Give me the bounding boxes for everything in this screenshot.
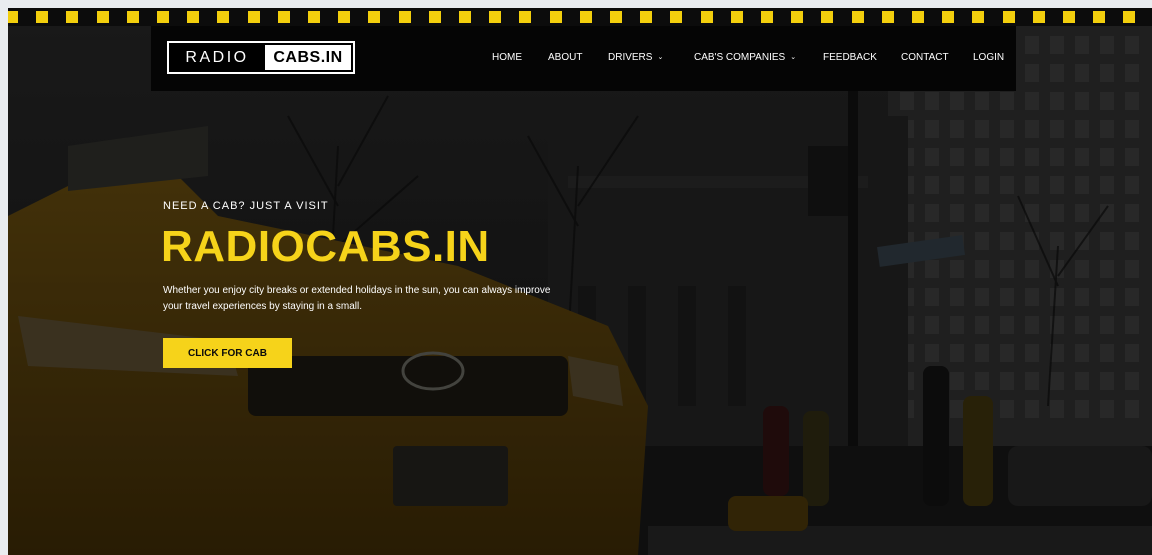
checker-square [670,11,683,23]
checker-square [308,11,320,23]
checker-square [1032,11,1045,23]
checker-square [1123,11,1136,23]
checker-square [217,11,230,23]
click-for-cab-button[interactable]: CLICK FOR CAB [163,338,292,368]
checker-square [791,11,804,23]
checker-square [610,11,622,23]
checker-square [972,11,985,23]
nav-contact-label: CONTACT [901,52,949,63]
checker-square [942,11,955,23]
checker-square [549,11,562,23]
checker-square [700,11,713,23]
checker-square [368,11,381,23]
checker-square [489,11,502,23]
checker-square [187,11,200,23]
nav-login[interactable]: LOGIN [973,52,1004,64]
checker-square [761,11,773,23]
nav-cabs-companies-label: CAB'S COMPANIES [694,52,786,63]
chevron-down-icon: ⌄ [790,54,797,61]
page-viewport: RADIO CABS.IN HOME ABOUT DRIVERS ⌄ CAB'S … [8,8,1152,555]
checker-square [96,11,109,23]
checker-square [912,11,924,23]
checker-square [851,11,864,23]
nav-drivers[interactable]: DRIVERS ⌄ [608,52,663,64]
main-menu: HOME ABOUT DRIVERS ⌄ CAB'S COMPANIES ⌄ FEE… [151,26,1016,91]
checkered-taxi-strip [8,8,1152,26]
checker-square [36,11,49,23]
checker-square [338,11,351,23]
nav-login-label: LOGIN [973,52,1005,63]
checker-square [640,11,653,23]
nav-about-label: ABOUT [548,52,583,63]
checker-square [881,11,894,23]
checker-square [398,11,411,23]
click-for-cab-label: CLICK FOR CAB [188,347,267,359]
nav-drivers-label: DRIVERS [608,52,653,63]
top-navbar: RADIO CABS.IN HOME ABOUT DRIVERS ⌄ CAB'S … [151,26,1016,91]
nav-home-label: HOME [492,52,522,63]
nav-about[interactable]: ABOUT [548,52,582,64]
checker-square [1002,11,1015,23]
checker-square [126,11,139,23]
checker-square [66,11,79,23]
checker-square [519,11,532,23]
nav-feedback-label: FEEDBACK [823,52,877,63]
checker-square [1093,11,1106,23]
nav-feedback[interactable]: FEEDBACK [823,52,877,64]
nav-cabs-companies[interactable]: CAB'S COMPANIES ⌄ [694,52,796,64]
checker-square [1063,11,1075,23]
checker-square [730,11,743,23]
checker-square [821,11,834,23]
hero-title: RADIOCABS.IN [161,222,490,271]
checker-square [459,11,471,23]
checker-square [579,11,592,23]
hero-description: Whether you enjoy city breaks or extende… [163,285,551,312]
hero-tagline: NEED A CAB? JUST A VISIT [163,200,329,212]
checker-square [157,11,169,23]
checker-square [277,11,290,23]
checker-square [8,11,18,23]
nav-contact[interactable]: CONTACT [901,52,949,64]
nav-home[interactable]: HOME [492,52,522,64]
checker-square [247,11,260,23]
checker-square [428,11,441,23]
chevron-down-icon: ⌄ [657,54,664,61]
